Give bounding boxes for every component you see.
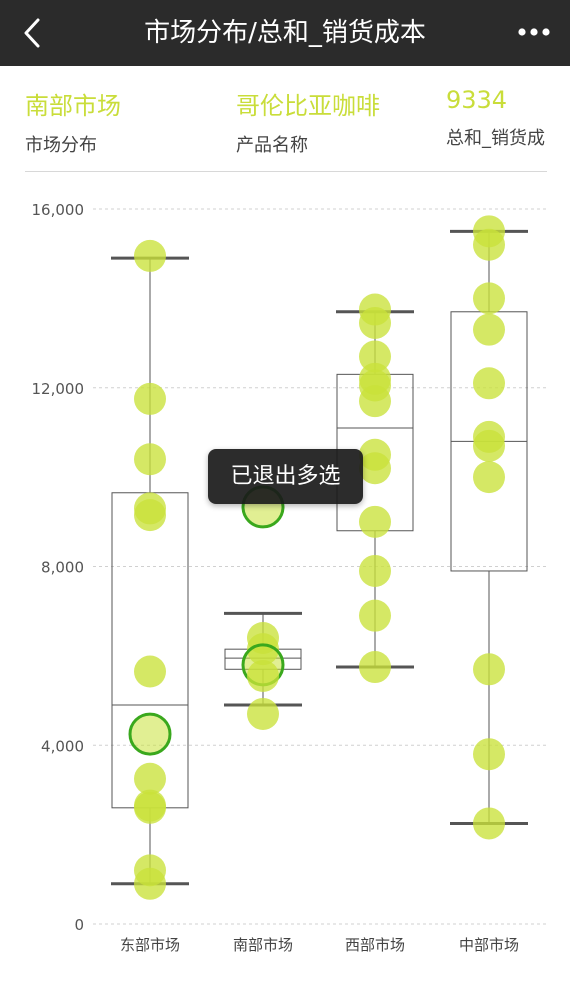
y-tick-label: 12,000 [32,380,85,398]
data-point[interactable] [473,367,505,400]
data-point[interactable] [134,867,166,900]
cost-label: 总和_销货成 [446,128,545,149]
data-point[interactable] [134,443,166,476]
selection-info-panel: 南部市场 市场分布 哥伦比亚咖啡 产品名称 9334 总和_销货成 [0,66,570,172]
data-point[interactable] [473,461,505,494]
data-point[interactable] [359,306,391,339]
page-title: 市场分布/总和_销货成本 [144,18,426,48]
data-point[interactable] [134,382,166,415]
x-tick-label: 中部市场 [459,936,519,954]
cost-info: 9334 总和_销货成 [446,86,545,150]
data-point[interactable] [473,313,505,346]
data-point[interactable] [359,651,391,684]
market-info: 南部市场 市场分布 [25,86,121,157]
box-iqr [111,492,189,809]
product-label: 产品名称 [236,135,308,156]
data-point[interactable] [359,452,391,485]
data-point[interactable] [473,228,505,261]
x-tick-label: 东部市场 [120,936,180,954]
data-point[interactable] [473,738,505,771]
data-point[interactable] [359,385,391,418]
data-point[interactable] [473,282,505,315]
data-point[interactable] [134,239,166,272]
y-tick-label: 16,000 [32,201,85,219]
x-tick-label: 西部市场 [345,936,405,954]
data-point[interactable] [359,554,391,587]
data-point[interactable] [359,505,391,538]
cost-value: 9334 [446,86,508,114]
product-info: 哥伦比亚咖啡 产品名称 [236,86,380,157]
data-point[interactable] [473,653,505,686]
data-point[interactable] [134,655,166,688]
x-tick-label: 南部市场 [233,936,293,954]
data-point[interactable] [247,659,279,692]
data-point[interactable] [473,429,505,462]
data-point[interactable] [473,807,505,840]
box-plot-chart[interactable]: 0 4,000 8,000 12,000 16,000 东部市场 南部市场 西部市场 中部市场 [0,172,570,983]
market-label: 市场分布 [25,135,97,156]
more-dots-icon[interactable] [516,18,552,46]
data-point[interactable] [359,599,391,632]
toast-message: 已退出多选 [208,449,363,504]
chevron-left-icon[interactable] [18,16,48,50]
y-tick-label: 0 [74,916,84,934]
top-navigation-bar: 市场分布/总和_销货成本 [0,0,570,66]
selected-data-point[interactable] [128,712,172,756]
y-tick-label: 4,000 [41,737,84,755]
data-point[interactable] [134,791,166,824]
data-point[interactable] [247,697,279,730]
data-point[interactable] [134,499,166,532]
y-tick-label: 8,000 [41,559,84,577]
product-value: 哥伦比亚咖啡 [236,92,380,120]
market-value: 南部市场 [25,92,121,120]
